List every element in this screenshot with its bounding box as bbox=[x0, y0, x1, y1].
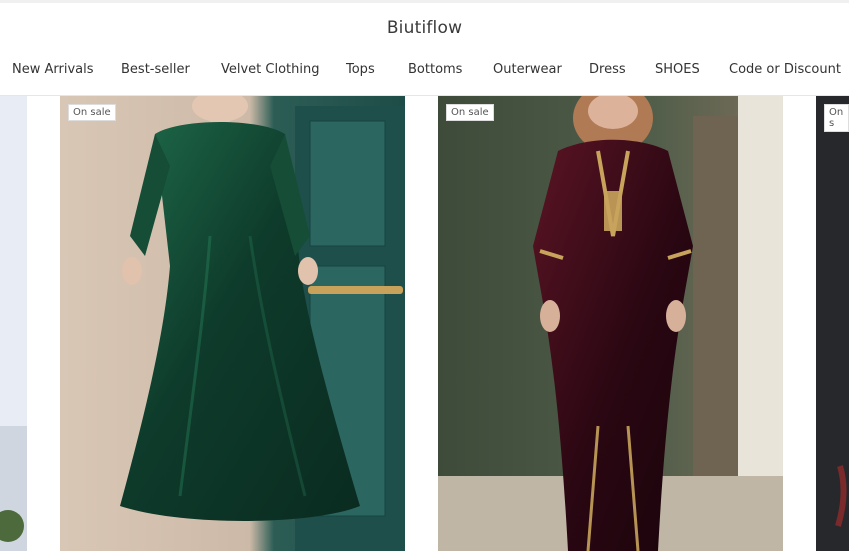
product-image[interactable] bbox=[816, 96, 849, 551]
product-image[interactable] bbox=[60, 96, 405, 551]
main-nav: New Arrivals Best-seller Velvet Clothing… bbox=[0, 62, 849, 82]
nav-item-velvet-clothing[interactable]: Velvet Clothing bbox=[221, 62, 320, 77]
nav-item-tops[interactable]: Tops bbox=[346, 62, 375, 77]
product-image[interactable] bbox=[0, 96, 27, 551]
product-card-partial-left[interactable] bbox=[0, 96, 27, 551]
nav-item-code-or-discount[interactable]: Code or Discount bbox=[729, 62, 841, 77]
on-sale-badge: On sale bbox=[446, 104, 494, 121]
nav-item-dress[interactable]: Dress bbox=[589, 62, 626, 77]
product-image[interactable] bbox=[438, 96, 783, 551]
nav-item-bottoms[interactable]: Bottoms bbox=[408, 62, 462, 77]
nav-item-best-seller[interactable]: Best-seller bbox=[121, 62, 190, 77]
product-card[interactable]: On sale bbox=[60, 96, 405, 551]
product-card-partial-right[interactable]: On s bbox=[816, 96, 849, 551]
on-sale-badge: On sale bbox=[68, 104, 116, 121]
top-border bbox=[0, 0, 849, 3]
nav-item-new-arrivals[interactable]: New Arrivals bbox=[12, 62, 94, 77]
nav-item-outerwear[interactable]: Outerwear bbox=[493, 62, 562, 77]
on-sale-badge: On s bbox=[824, 104, 849, 132]
product-card[interactable]: On sale bbox=[438, 96, 783, 551]
nav-item-shoes[interactable]: SHOES bbox=[655, 62, 700, 77]
brand-logo[interactable]: Biutiflow bbox=[0, 18, 849, 38]
